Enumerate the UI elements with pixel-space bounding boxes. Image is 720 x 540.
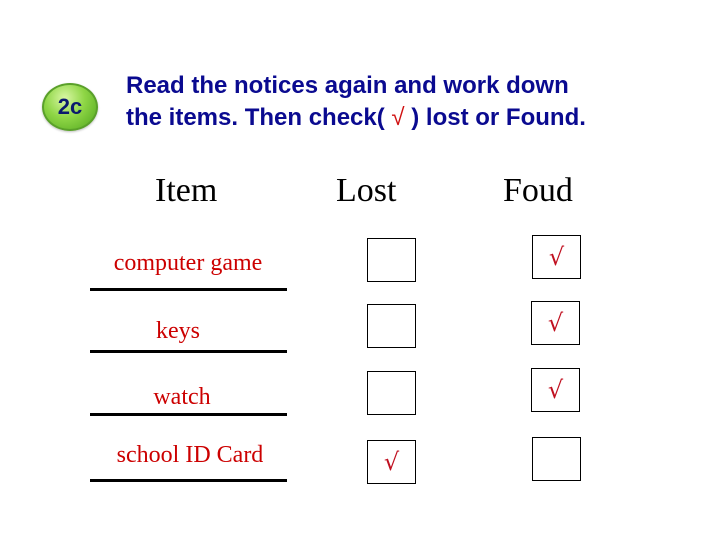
instructions: Read the notices again and work down the…: [126, 70, 686, 134]
answer-line: [90, 350, 287, 353]
answer-line: [90, 479, 287, 482]
item-label-school-id-card: school ID Card: [116, 442, 264, 468]
found-checkbox-computer-game[interactable]: √: [532, 235, 581, 279]
check-mark-icon: √: [391, 104, 405, 131]
instructions-line-2: the items. Then check( √ ) lost or Found…: [126, 102, 686, 134]
item-label-keys: keys: [156, 318, 200, 344]
instructions-line-2-post: ) lost or Found.: [411, 104, 586, 131]
answer-line: [90, 288, 287, 291]
answer-line: [90, 413, 287, 416]
item-label-watch: watch: [153, 384, 211, 410]
found-checkbox-keys[interactable]: √: [531, 301, 580, 345]
instructions-line-2-pre: the items. Then check(: [126, 104, 385, 131]
lost-checkbox-computer-game[interactable]: [367, 238, 416, 282]
header-item: Item: [155, 172, 218, 209]
found-checkbox-school-id-card[interactable]: [532, 437, 581, 481]
exercise-badge-2c: 2c: [42, 83, 98, 131]
header-found: Foud: [503, 172, 573, 209]
item-label-computer-game: computer game: [113, 250, 263, 276]
found-checkbox-watch[interactable]: √: [531, 368, 580, 412]
lost-checkbox-keys[interactable]: [367, 304, 416, 348]
instructions-line-1: Read the notices again and work down: [126, 72, 569, 99]
header-lost: Lost: [336, 172, 397, 209]
lost-checkbox-school-id-card[interactable]: √: [367, 440, 416, 484]
lost-checkbox-watch[interactable]: [367, 371, 416, 415]
